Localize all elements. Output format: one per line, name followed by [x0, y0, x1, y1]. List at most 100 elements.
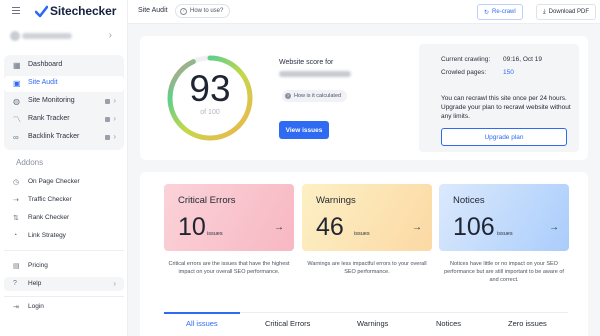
sidebar-item-label: Dashboard: [28, 61, 63, 68]
warnings-card[interactable]: Warnings 46 issues →: [302, 184, 432, 251]
project-selector[interactable]: ›: [4, 27, 122, 47]
score-value: 93: [189, 68, 231, 109]
download-icon: ⤓: [543, 8, 546, 15]
grid-icon: ▦: [13, 61, 21, 70]
tab-notices[interactable]: Notices: [436, 319, 461, 328]
card-unit: issues: [354, 231, 370, 237]
recrawl-notice: You can recrawl this site once per 24 ho…: [441, 95, 571, 120]
download-pdf-label: Download PDF: [548, 9, 590, 15]
crawl-info-panel: Current crawling: 09:16, Oct 19 Crowled …: [419, 44, 579, 152]
notices-description: Notices have little or no impact on your…: [444, 261, 564, 283]
how-to-use-button[interactable]: ? How to use?: [175, 4, 231, 18]
card-unit: issues: [497, 231, 513, 237]
project-name: [22, 33, 72, 39]
sidebar-item-label: Backlink Tracker: [28, 133, 80, 140]
tab-all-issues[interactable]: All issues: [186, 319, 218, 328]
crawled-pages-value[interactable]: 150: [503, 69, 514, 76]
sidebar-item-label: Pricing: [28, 262, 48, 269]
sidebar-item-label: Site Monitoring: [28, 97, 75, 104]
chevron-right-icon: ›: [113, 279, 116, 288]
card-title: Notices: [453, 195, 485, 206]
link-icon: ∞: [13, 133, 19, 142]
sidebar-item-rank-tracker[interactable]: 〽 Rank Tracker ›: [4, 112, 124, 128]
critical-errors-description: Critical errors are the issues that have…: [168, 261, 290, 275]
page-title: Site Audit: [138, 7, 168, 14]
addon-label: Rank Checker: [28, 214, 70, 221]
addon-rank-checker[interactable]: ⇅ Rank Checker: [4, 211, 124, 225]
addon-link-strategy[interactable]: ◔ Link Strategy: [4, 229, 124, 243]
sidebar-item-pricing[interactable]: ▤ Pricing: [4, 259, 124, 273]
topbar: Site Audit ? How to use? ↻ Re-crawl ⤓ Do…: [128, 0, 600, 24]
sidebar-item-label: Rank Tracker: [28, 115, 70, 122]
crawled-pages-label: Crowled pages:: [441, 69, 487, 76]
how-calculated-label: How is it calculated: [294, 93, 342, 99]
logo-row: Sitechecker: [0, 0, 128, 24]
rank-icon: ⇅: [13, 215, 19, 222]
card-title: Critical Errors: [178, 195, 236, 206]
addon-on-page-checker[interactable]: ◷ On Page Checker: [4, 175, 124, 189]
project-avatar: [10, 31, 20, 41]
sidebar: Sitechecker › ▦ Dashboard ▣ Site Audit ◍…: [0, 0, 128, 336]
tab-warnings[interactable]: Warnings: [357, 319, 388, 328]
score-card: 93 of 100 Website score for ? How is it …: [140, 36, 588, 160]
menu-icon[interactable]: [12, 7, 20, 15]
addon-label: On Page Checker: [28, 178, 80, 185]
chevron-right-icon: ›: [113, 96, 116, 105]
tab-zero-issues[interactable]: Zero issues: [508, 319, 547, 328]
sidebar-item-label: Login: [28, 303, 44, 310]
view-issues-button[interactable]: View issues: [279, 121, 329, 139]
active-tab-indicator: [164, 312, 240, 314]
addon-label: Traffic Checker: [28, 196, 72, 203]
score-max: of 100: [200, 109, 220, 116]
card-title: Warnings: [316, 195, 356, 206]
how-to-use-label: How to use?: [190, 8, 224, 14]
logo-icon: [35, 5, 48, 18]
sidebar-item-label: Help: [28, 280, 42, 287]
monitor-icon: ◍: [13, 97, 20, 106]
logo-text: Sitechecker: [50, 4, 117, 18]
issues-tabs: All issues Critical Errors Warnings Noti…: [164, 312, 568, 336]
sidebar-item-backlink-tracker[interactable]: ∞ Backlink Tracker ›: [4, 130, 124, 146]
card-count: 46: [316, 213, 344, 241]
page-icon: ◷: [13, 179, 20, 186]
traffic-icon: ⇢: [13, 197, 19, 204]
upgrade-plan-button[interactable]: Upgrade plan: [441, 128, 567, 146]
main-nav: ▦ Dashboard ▣ Site Audit ◍ Site Monitori…: [4, 55, 124, 150]
sidebar-item-login[interactable]: ⇥ Login: [4, 300, 124, 314]
website-score-label: Website score for: [279, 59, 334, 66]
current-crawling-value: 09:16, Oct 19: [503, 56, 543, 63]
question-icon: ?: [285, 93, 291, 99]
sidebar-item-dashboard[interactable]: ▦ Dashboard: [4, 58, 124, 74]
question-icon: ?: [180, 7, 187, 15]
chevron-right-icon: ›: [113, 132, 116, 141]
warnings-description: Warnings are less impactful errors to yo…: [307, 261, 427, 275]
sidebar-item-help[interactable]: ? Help ›: [4, 277, 124, 291]
arrow-right-icon: →: [412, 222, 422, 233]
recrawl-label: Re-crawl: [492, 9, 516, 15]
current-crawling-label: Current crawling:: [441, 56, 491, 63]
critical-errors-card[interactable]: Critical Errors 10 issues →: [164, 184, 294, 251]
issues-panel: Critical Errors 10 issues → Warnings 46 …: [140, 172, 588, 336]
addon-label: Link Strategy: [28, 232, 66, 239]
chevron-right-icon: ›: [108, 30, 112, 41]
lock-icon: [105, 135, 110, 140]
card-count: 10: [178, 213, 206, 241]
addon-traffic-checker[interactable]: ⇢ Traffic Checker: [4, 193, 124, 207]
recrawl-button[interactable]: ↻ Re-crawl: [477, 4, 523, 20]
notices-card[interactable]: Notices 106 issues →: [439, 184, 569, 251]
card-count: 106: [453, 213, 495, 241]
download-pdf-button[interactable]: ⤓ Download PDF: [536, 4, 597, 20]
arrow-right-icon: →: [549, 222, 559, 233]
arrow-right-icon: →: [274, 222, 284, 233]
help-icon: ?: [13, 280, 17, 287]
lock-icon: [105, 117, 110, 122]
sidebar-item-site-monitoring[interactable]: ◍ Site Monitoring ›: [4, 94, 124, 110]
divider: [4, 250, 124, 251]
sidebar-item-site-audit[interactable]: ▣ Site Audit: [4, 76, 124, 92]
card-unit: issues: [207, 231, 223, 237]
tab-critical-errors[interactable]: Critical Errors: [265, 319, 310, 328]
refresh-icon: ↻: [484, 9, 490, 16]
divider: [4, 296, 124, 297]
strategy-icon: ◔: [13, 232, 18, 239]
how-calculated-button[interactable]: ? How is it calculated: [282, 90, 348, 102]
